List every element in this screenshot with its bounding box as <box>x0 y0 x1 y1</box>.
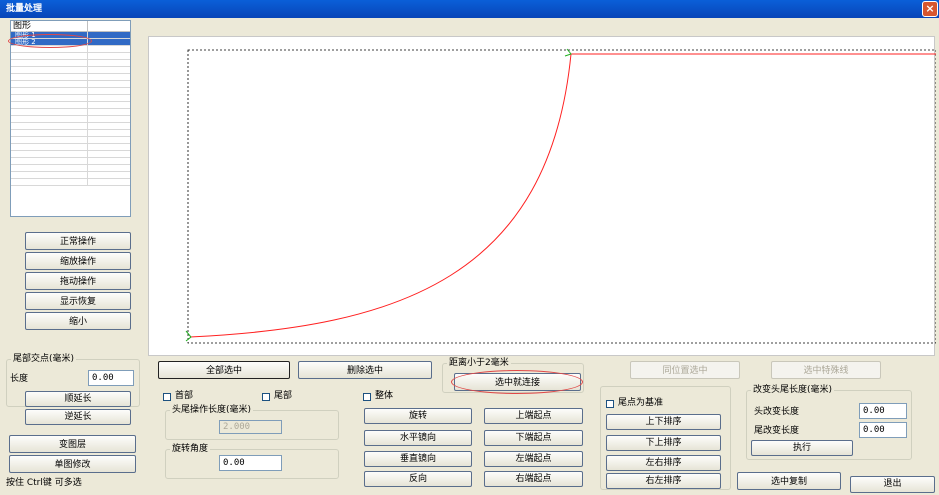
shape-list-empty-row <box>11 60 130 67</box>
vertical-mirror-button[interactable]: 垂直镜向 <box>364 451 472 467</box>
curve-shape <box>189 53 936 338</box>
shape-list-empty-row <box>11 123 130 130</box>
shape-list-empty-row <box>11 144 130 151</box>
shape-list-empty-row <box>11 109 130 116</box>
right-start-button[interactable]: 右端起点 <box>484 471 583 487</box>
shape-list-empty-row <box>11 151 130 158</box>
whole-checkbox-label: 整体 <box>375 391 394 401</box>
tail-base-checkbox-box[interactable] <box>606 399 614 408</box>
exit-button[interactable]: 退出 <box>850 476 935 493</box>
bottom-start-button[interactable]: 下端起点 <box>484 430 583 446</box>
rotate-angle-input[interactable]: 0.00 <box>219 455 282 471</box>
delete-selected-button[interactable]: 删除选中 <box>298 361 432 379</box>
whole-checkbox-box[interactable] <box>363 392 371 401</box>
tail-checkbox-label: 尾部 <box>274 391 293 401</box>
normal-operation-button[interactable]: 正常操作 <box>25 232 131 250</box>
single-edit-button[interactable]: 单图修改 <box>9 455 136 473</box>
left-start-button[interactable]: 左端起点 <box>484 451 583 467</box>
shape-list-empty-row <box>11 158 130 165</box>
drawing-canvas[interactable] <box>148 36 937 356</box>
shape-list-empty-row <box>11 137 130 144</box>
shape-list-empty-row <box>11 102 130 109</box>
zoom-operation-button[interactable]: 缩放操作 <box>25 252 131 270</box>
length-label: 长度 <box>10 374 29 384</box>
execute-button[interactable]: 执行 <box>751 440 853 456</box>
canvas-svg <box>185 48 937 344</box>
head-checkbox[interactable]: 首部 <box>163 391 193 402</box>
tail-change-length-label: 尾改变长度 <box>754 426 800 436</box>
shape-list[interactable]: 图形 图形 1 图形 2 <box>10 20 131 217</box>
tail-base-label: 尾点为基准 <box>618 398 664 408</box>
title-bar: 批量处理 × <box>0 0 939 18</box>
batch-process-window: 批量处理 × 图形 图形 1 图形 2 正常操作 缩放操作 拖动操作 显示恢复 缩… <box>0 0 939 495</box>
shape-list-empty-row <box>11 81 130 88</box>
same-position-select-button[interactable]: 同位置选中 <box>630 361 740 379</box>
shape-list-item[interactable]: 图形 2 <box>11 39 130 46</box>
sort-right-left-button[interactable]: 右左排序 <box>606 473 721 489</box>
shape-list-empty-row <box>11 116 130 123</box>
drag-operation-button[interactable]: 拖动操作 <box>25 272 131 290</box>
selection-bounding-box <box>187 49 937 344</box>
head-checkbox-label: 首部 <box>175 391 194 401</box>
extend-cw-button[interactable]: 顺延长 <box>25 391 131 407</box>
ctrl-multi-select-hint: 按住 Ctrl键 可多选 <box>6 478 82 488</box>
sort-down-up-button[interactable]: 下上排序 <box>606 435 721 451</box>
tail-intersection-title: 尾部交点(毫米) <box>11 354 77 365</box>
extend-ccw-button[interactable]: 逆延长 <box>25 409 131 425</box>
horizontal-mirror-button[interactable]: 水平镜向 <box>364 430 472 446</box>
head-checkbox-box[interactable] <box>163 392 171 401</box>
whole-checkbox[interactable]: 整体 <box>363 391 393 402</box>
tail-checkbox[interactable]: 尾部 <box>262 391 292 402</box>
head-change-length-input[interactable]: 0.00 <box>859 403 907 419</box>
shape-list-empty-row <box>11 165 130 172</box>
shape-list-empty-row <box>11 67 130 74</box>
length-input[interactable]: 0.00 <box>88 370 134 386</box>
shape-list-empty-row <box>11 46 130 53</box>
shape-list-empty-row <box>11 130 130 137</box>
sort-up-down-button[interactable]: 上下排序 <box>606 414 721 430</box>
select-all-button[interactable]: 全部选中 <box>158 361 290 379</box>
head-tail-length-input[interactable]: 2.000 <box>219 420 282 434</box>
tail-base-checkbox[interactable]: 尾点为基准 <box>606 398 663 409</box>
tail-change-length-input[interactable]: 0.00 <box>859 422 907 438</box>
top-start-button[interactable]: 上端起点 <box>484 408 583 424</box>
head-tail-length-title: 头尾操作长度(毫米) <box>170 405 254 416</box>
shrink-button[interactable]: 缩小 <box>25 312 131 330</box>
rotate-angle-title: 旋转角度 <box>170 444 211 455</box>
rotate-button[interactable]: 旋转 <box>364 408 472 424</box>
distance-group-title: 距离小于2毫米 <box>447 358 511 369</box>
sort-left-right-button[interactable]: 左右排序 <box>606 455 721 471</box>
select-special-line-button[interactable]: 选中特殊线 <box>771 361 881 379</box>
shape-list-empty-row <box>11 179 130 186</box>
shape-list-empty-row <box>11 88 130 95</box>
change-layer-button[interactable]: 变图层 <box>9 435 136 453</box>
window-title: 批量处理 <box>6 4 43 14</box>
copy-selected-button[interactable]: 选中复制 <box>737 472 841 490</box>
shape-list-item-label: 图形 2 <box>15 38 36 46</box>
shape-list-empty-row <box>11 74 130 81</box>
reverse-button[interactable]: 反向 <box>364 471 472 487</box>
close-icon[interactable]: × <box>922 1 938 17</box>
shape-list-empty-row <box>11 53 130 60</box>
shape-list-empty-row <box>11 172 130 179</box>
shape-list-empty-row <box>11 95 130 102</box>
head-change-length-label: 头改变长度 <box>754 407 800 417</box>
start-point-marker <box>185 330 192 342</box>
change-head-tail-title: 改变头尾长度(毫米) <box>751 385 835 396</box>
select-connect-button[interactable]: 选中就连接 <box>454 373 581 391</box>
tail-checkbox-box[interactable] <box>262 392 270 401</box>
restore-display-button[interactable]: 显示恢复 <box>25 292 131 310</box>
